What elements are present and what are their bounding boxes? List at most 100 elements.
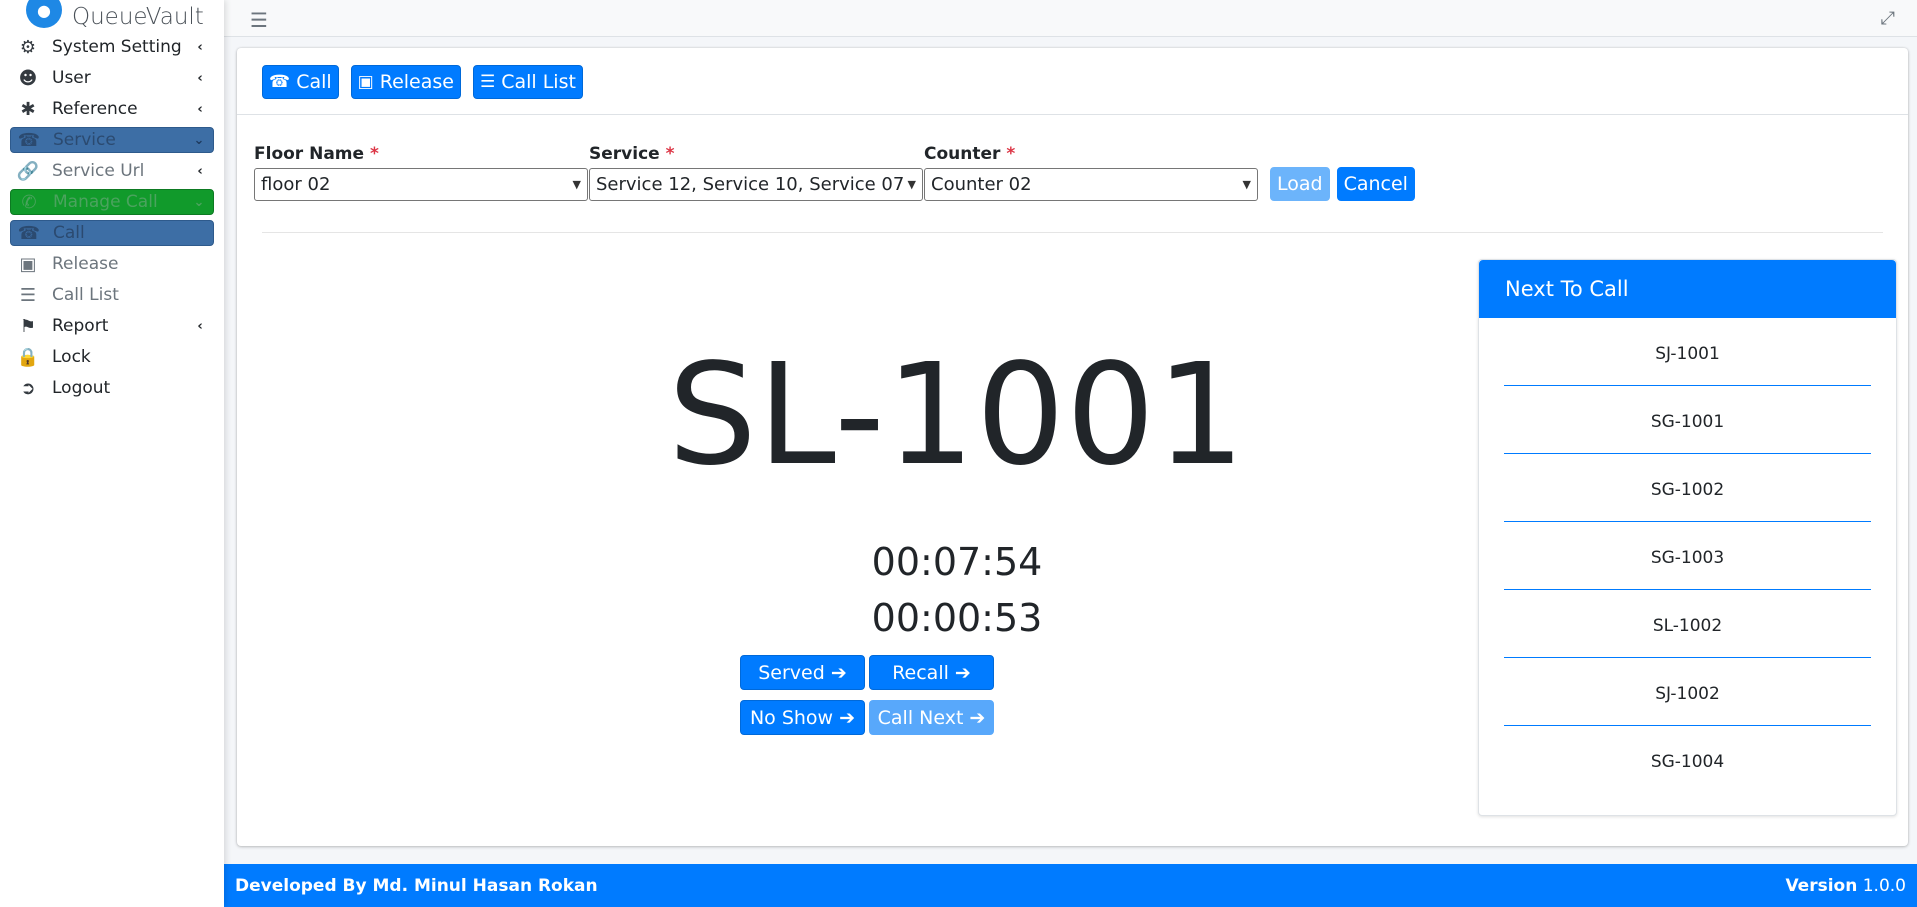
logout-icon: ➲	[20, 377, 36, 399]
caret-down-icon: ▼	[907, 178, 916, 191]
sidebar: ● QueueVault ⚙ System Setting ‹ ☻ User ‹…	[0, 0, 224, 907]
sidebar-item-release[interactable]: ▣ Release	[10, 251, 214, 277]
sidebar-item-label: Logout	[52, 378, 111, 398]
list-item: SL-1002	[1504, 590, 1871, 658]
next-to-call-list: SJ-1001 SG-1001 SG-1002 SG-1003 SL-1002 …	[1479, 318, 1896, 794]
headset-icon: ☎	[269, 72, 291, 92]
brand[interactable]: ● QueueVault	[0, 0, 224, 34]
sidebar-item-report[interactable]: ⚑ Report ‹	[10, 313, 214, 339]
list-item: SG-1003	[1504, 522, 1871, 590]
filter-form: Floor Name * floor 02 ▼ Service * Servic…	[254, 144, 1415, 201]
chevron-left-icon: ‹	[197, 70, 203, 86]
users-icon: ☻	[18, 67, 38, 89]
asterisk-icon: ✱	[20, 98, 36, 120]
call-button[interactable]: ☎ Call	[262, 65, 339, 99]
current-timer: 00:00:53	[871, 596, 1043, 640]
sidebar-item-call-list[interactable]: ☰ Call List	[10, 282, 214, 308]
next-to-call-title: Next To Call	[1479, 260, 1896, 318]
sidebar-item-lock[interactable]: 🔒 Lock	[10, 344, 214, 370]
list-icon: ☰	[19, 284, 37, 306]
served-button[interactable]: Served ➔	[740, 655, 865, 690]
recall-button[interactable]: Recall ➔	[869, 655, 994, 690]
sidebar-item-label: Manage Call	[53, 192, 158, 212]
sidebar-item-label: Call	[53, 223, 85, 243]
headset-icon: ☎	[17, 222, 41, 244]
link-icon: 🔗	[16, 160, 40, 182]
required-mark: *	[1006, 144, 1016, 164]
box-icon: ▣	[19, 253, 37, 275]
call-button-label: Call	[296, 71, 332, 93]
no-show-label: No Show	[749, 706, 834, 729]
release-button[interactable]: ▣ Release	[350, 65, 461, 99]
sidebar-item-label: Reference	[52, 99, 138, 119]
total-timer: 00:07:54	[871, 540, 1043, 584]
divider	[262, 232, 1883, 233]
service-select[interactable]: Service 12, Service 10, Service 07 ▼	[589, 168, 923, 201]
arrow-right-icon: ➔	[969, 706, 986, 729]
footer-version: Version 1.0.0	[1785, 875, 1906, 896]
fullscreen-icon[interactable]: ⤢	[1881, 8, 1895, 29]
sidebar-item-user[interactable]: ☻ User ‹	[10, 65, 214, 91]
list-item: SG-1004	[1650, 752, 1725, 772]
arrow-right-icon: ➔	[830, 661, 847, 684]
caret-down-icon: ▼	[1242, 178, 1251, 191]
call-list-button-label: Call List	[501, 71, 576, 93]
headset-icon: ☎	[17, 129, 41, 151]
floor-group: Floor Name * floor 02 ▼	[254, 144, 588, 201]
arrow-right-icon: ➔	[839, 706, 856, 729]
service-group: Service * Service 12, Service 10, Servic…	[589, 144, 923, 201]
footer: Developed By Md. Minul Hasan Rokan Versi…	[224, 864, 1917, 907]
brand-logo-icon: ●	[26, 0, 62, 28]
chevron-down-icon: ⌄	[193, 132, 205, 148]
list-icon: ☰	[479, 72, 496, 92]
load-button[interactable]: Load	[1270, 167, 1330, 201]
sidebar-item-service-url[interactable]: 🔗 Service Url ‹	[10, 158, 214, 184]
sidebar-item-label: Release	[52, 254, 119, 274]
chevron-left-icon: ‹	[197, 101, 203, 117]
arrow-right-icon: ➔	[954, 661, 971, 684]
call-list-button[interactable]: ☰ Call List	[472, 65, 583, 99]
sidebar-item-label: System Setting	[52, 37, 182, 57]
next-to-call-panel: Next To Call SJ-1001 SG-1001 SG-1002 SG-…	[1478, 259, 1897, 816]
footer-developer: Developed By Md. Minul Hasan Rokan	[235, 875, 598, 896]
sidebar-item-reference[interactable]: ✱ Reference ‹	[10, 96, 214, 122]
chevron-left-icon: ‹	[197, 318, 203, 334]
sidebar-nav: ⚙ System Setting ‹ ☻ User ‹ ✱ Reference …	[0, 34, 224, 401]
required-mark: *	[369, 144, 379, 164]
service-label: Service *	[589, 144, 675, 164]
counter-label: Counter *	[924, 144, 1016, 164]
counter-select-value: Counter 02	[931, 174, 1032, 195]
no-show-button[interactable]: No Show ➔	[740, 700, 865, 735]
sidebar-item-label: User	[52, 68, 91, 88]
sidebar-item-call[interactable]: ☎ Call	[10, 220, 214, 246]
chevron-left-icon: ‹	[197, 163, 203, 179]
card-toolbar: ☎ Call ▣ Release ☰ Call List	[237, 48, 1908, 115]
sidebar-item-label: Call List	[52, 285, 119, 305]
floor-select[interactable]: floor 02 ▼	[254, 168, 588, 201]
flag-icon: ⚑	[19, 315, 37, 337]
service-select-value: Service 12, Service 10, Service 07	[596, 174, 905, 195]
call-next-label: Call Next	[877, 706, 964, 729]
top-navbar: ☰ ⤢	[224, 0, 1917, 37]
sidebar-item-logout[interactable]: ➲ Logout	[10, 375, 214, 401]
lock-icon: 🔒	[16, 346, 40, 368]
chevron-left-icon: ‹	[197, 39, 203, 55]
recall-label: Recall	[892, 661, 949, 684]
chevron-down-icon: ⌄	[193, 194, 205, 210]
release-button-label: Release	[379, 71, 454, 93]
phone-icon: ✆	[21, 191, 37, 213]
floor-select-value: floor 02	[261, 174, 331, 195]
sidebar-item-service[interactable]: ☎ Service ⌄	[10, 127, 214, 153]
sidebar-item-system-setting[interactable]: ⚙ System Setting ‹	[10, 34, 214, 60]
counter-select[interactable]: Counter 02 ▼	[924, 168, 1258, 201]
served-label: Served	[758, 661, 825, 684]
list-item: SG-1001	[1504, 386, 1871, 454]
counter-group: Counter * Counter 02 ▼	[924, 144, 1258, 201]
caret-down-icon: ▼	[572, 178, 581, 191]
sidebar-item-manage-call[interactable]: ✆ Manage Call ⌄	[10, 189, 214, 215]
call-next-button[interactable]: Call Next ➔	[869, 700, 994, 735]
cancel-button[interactable]: Cancel	[1336, 167, 1415, 201]
required-mark: *	[665, 144, 675, 164]
hamburger-menu-icon[interactable]: ☰	[250, 8, 268, 32]
gear-icon: ⚙	[19, 36, 37, 58]
